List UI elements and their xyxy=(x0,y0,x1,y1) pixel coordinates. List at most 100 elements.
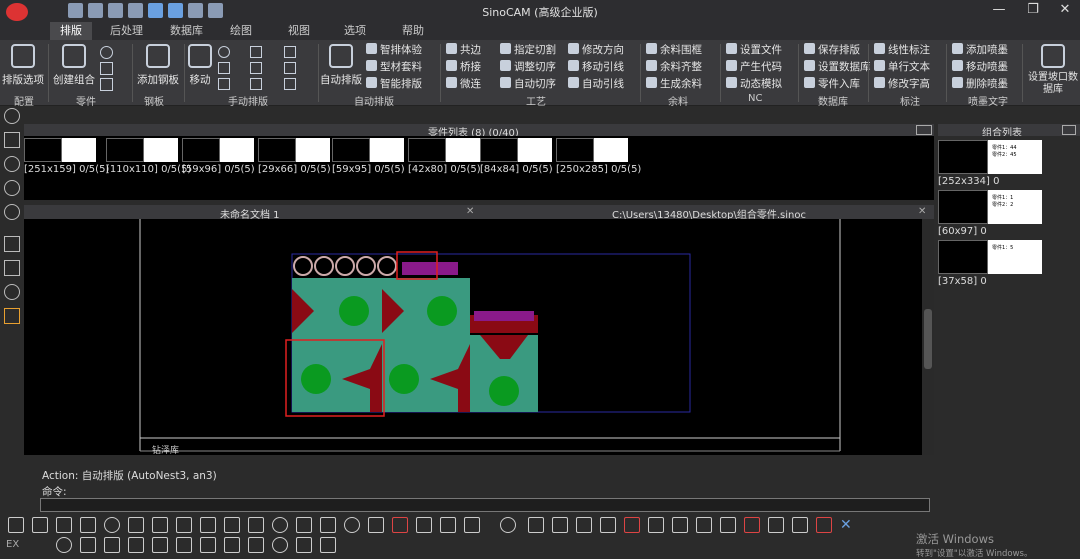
slash-tool-icon[interactable] xyxy=(200,517,216,533)
target-icon[interactable] xyxy=(104,517,120,533)
pin-icon[interactable] xyxy=(500,517,516,533)
panel-close-icon[interactable] xyxy=(1062,125,1076,135)
rectangle-icon[interactable] xyxy=(4,236,20,252)
rotate-icon[interactable] xyxy=(4,284,20,300)
remnant-align-button[interactable]: 余料齐整 xyxy=(646,59,702,75)
red-frame-icon[interactable] xyxy=(744,517,760,533)
tab-help[interactable]: 帮助 xyxy=(392,22,434,40)
manual-tool-icon[interactable] xyxy=(218,46,230,58)
combo-thumbnail[interactable]: 零件1：1 零件2：2 xyxy=(938,190,1042,224)
eraser-icon[interactable] xyxy=(696,517,712,533)
manual-tool-icon[interactable] xyxy=(284,46,296,58)
panel-icon[interactable] xyxy=(576,517,592,533)
tab-nesting[interactable]: 排版 xyxy=(50,22,92,40)
tab-postprocess[interactable]: 后处理 xyxy=(100,22,153,40)
circle-icon[interactable] xyxy=(4,156,20,172)
nesting-drawing[interactable] xyxy=(24,219,922,455)
part-thumbnail[interactable] xyxy=(408,138,480,162)
grid-tool-icon[interactable] xyxy=(176,517,192,533)
move-ink-button[interactable]: 移动喷墨 xyxy=(952,59,1008,75)
part-tool-icon[interactable] xyxy=(100,78,113,91)
shuffle-icon[interactable]: ✕ xyxy=(840,517,856,533)
part-thumbnail[interactable] xyxy=(332,138,404,162)
change-text-height-button[interactable]: 修改字高 xyxy=(874,76,930,92)
delete-ink-button[interactable]: 删除喷墨 xyxy=(952,76,1008,92)
move-lead-button[interactable]: 移动引线 xyxy=(568,59,624,75)
settings-file-button[interactable]: 设置文件 xyxy=(726,42,782,58)
bevel-database-button[interactable]: 设置坡口数据库 xyxy=(1026,44,1080,96)
search-icon[interactable] xyxy=(648,517,664,533)
part-thumbnail[interactable] xyxy=(24,138,96,162)
align-left-icon[interactable] xyxy=(720,517,736,533)
dynamic-simulation-button[interactable]: 动态模拟 xyxy=(726,76,782,92)
plus-icon[interactable] xyxy=(320,537,336,553)
manual-tool-icon[interactable] xyxy=(250,78,262,90)
move-button[interactable]: 移动 xyxy=(186,44,214,87)
ruler-icon[interactable] xyxy=(4,308,20,324)
part-thumbnail[interactable] xyxy=(556,138,628,162)
set-database-button[interactable]: 设置数据库 xyxy=(804,59,871,75)
bridge-button[interactable]: 桥接 xyxy=(446,59,481,75)
part-tool-icon[interactable] xyxy=(100,46,113,59)
snap-toggle-icon[interactable] xyxy=(8,517,24,533)
rect-tool-icon[interactable] xyxy=(224,517,240,533)
maximize-button[interactable]: ❐ xyxy=(1022,2,1044,20)
linear-dimension-button[interactable]: 线性标注 xyxy=(874,42,930,58)
card-icon[interactable] xyxy=(792,517,808,533)
nesting-options-button[interactable]: 排版选项 xyxy=(2,44,44,87)
common-edge-button[interactable]: 共边 xyxy=(446,42,481,58)
auto-nest-button[interactable]: 自动排版 xyxy=(320,44,362,87)
part-to-library-button[interactable]: 零件入库 xyxy=(804,76,860,92)
tab-options[interactable]: 选项 xyxy=(334,22,376,40)
corner-icon[interactable] xyxy=(128,537,144,553)
cross-icon[interactable] xyxy=(296,537,312,553)
change-direction-button[interactable]: 修改方向 xyxy=(568,42,624,58)
micro-joint-button[interactable]: 微连 xyxy=(446,76,481,92)
layers-icon[interactable] xyxy=(768,517,784,533)
part-thumbnail[interactable] xyxy=(258,138,330,162)
manual-tool-icon[interactable] xyxy=(284,78,296,90)
create-group-button[interactable]: 创建组合 xyxy=(52,44,96,87)
crosshair-icon[interactable] xyxy=(344,517,360,533)
curve-icon[interactable] xyxy=(4,180,20,196)
equal-icon[interactable] xyxy=(552,517,568,533)
x-icon[interactable] xyxy=(248,537,264,553)
pencil-icon[interactable] xyxy=(80,537,96,553)
pen-tool-icon[interactable] xyxy=(416,517,432,533)
specify-cut-button[interactable]: 指定切割 xyxy=(500,42,556,58)
tab-draw[interactable]: 绘图 xyxy=(220,22,262,40)
square-tool-icon[interactable] xyxy=(464,517,480,533)
generate-code-button[interactable]: 产生代码 xyxy=(726,59,782,75)
panel-close-icon[interactable] xyxy=(916,125,932,135)
ellipse-icon[interactable] xyxy=(4,204,20,220)
smart-nest-trial-button[interactable]: 智排体验 xyxy=(366,42,422,58)
line-icon[interactable] xyxy=(4,132,20,148)
normal-mode-icon[interactable] xyxy=(32,517,48,533)
manual-tool-icon[interactable] xyxy=(218,62,230,74)
image-tool-icon[interactable] xyxy=(296,517,312,533)
add-ink-button[interactable]: 添加喷墨 xyxy=(952,42,1008,58)
part-thumbnail[interactable] xyxy=(480,138,552,162)
part-tool-icon[interactable] xyxy=(100,62,113,75)
frame-tool-icon[interactable] xyxy=(440,517,456,533)
corner-icon[interactable] xyxy=(104,537,120,553)
arc-icon[interactable] xyxy=(224,537,240,553)
combo-thumbnail[interactable]: 零件1：44 零件2：45 xyxy=(938,140,1042,174)
grid-tool-icon[interactable] xyxy=(152,517,168,533)
one-mode-icon[interactable] xyxy=(56,517,72,533)
canvas-scrollbar[interactable] xyxy=(922,219,934,455)
circle-tool-icon[interactable] xyxy=(272,517,288,533)
combo-thumbnail[interactable]: 零件1：5 xyxy=(938,240,1042,274)
red-mark-icon[interactable] xyxy=(816,517,832,533)
auto-lead-button[interactable]: 自动引线 xyxy=(568,76,624,92)
tab-database[interactable]: 数据库 xyxy=(160,22,213,40)
profile-nesting-button[interactable]: 型材套料 xyxy=(366,59,422,75)
select-box-icon[interactable] xyxy=(80,517,96,533)
scrollbar-thumb[interactable] xyxy=(924,309,932,369)
manual-tool-icon[interactable] xyxy=(250,62,262,74)
move-cross-icon[interactable] xyxy=(56,537,72,553)
manual-tool-icon[interactable] xyxy=(218,78,230,90)
generate-remnant-button[interactable]: 生成余料 xyxy=(646,76,702,92)
dimension-icon[interactable] xyxy=(4,260,20,276)
part-thumbnail[interactable] xyxy=(106,138,178,162)
